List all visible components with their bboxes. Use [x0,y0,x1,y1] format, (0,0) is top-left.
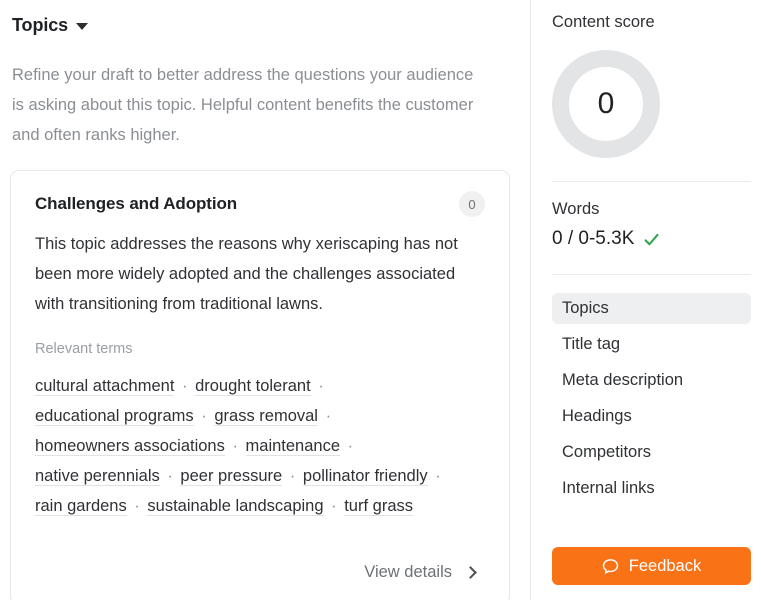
topic-card-count-badge: 0 [459,191,485,217]
page-title: Topics [12,14,69,35]
nav-item-label: Topics [562,299,609,317]
feedback-label: Feedback [628,556,702,575]
term-separator: · [162,467,178,485]
nav-item-title-tag[interactable]: Title tag [552,329,751,360]
speech-bubble-icon [602,558,618,574]
chevron-right-icon [464,565,477,579]
relevant-term[interactable]: drought tolerant [195,377,311,396]
topic-card-title: Challenges and Adoption [35,194,238,213]
content-score-gauge: 0 [552,50,660,158]
nav-item-internal-links[interactable]: Internal links [552,473,751,504]
app-root: Topics Refine your draft to better addre… [0,0,761,600]
term-separator: · [343,437,354,455]
nav-item-label: Competitors [562,443,651,461]
nav-item-label: Title tag [562,335,621,353]
relevant-term[interactable]: rain gardens [35,497,127,516]
relevant-term[interactable]: pollinator friendly [302,467,428,486]
nav-item-competitors[interactable]: Competitors [552,437,751,468]
relevant-term[interactable]: sustainable landscaping [147,497,324,516]
check-icon [644,233,659,245]
topic-card: Challenges and Adoption 0 This topic add… [10,170,510,600]
relevant-term[interactable]: native perennials [35,467,160,486]
intro-description: Refine your draft to better address the … [12,66,474,144]
term-separator: · [227,437,243,455]
divider-below-words [552,274,751,275]
relevant-term[interactable]: educational programs [35,407,194,426]
nav-item-label: Internal links [562,479,655,497]
nav-item-headings[interactable]: Headings [552,401,751,432]
content-score-value: 0 [597,87,615,120]
view-details-button[interactable]: View details [364,563,477,582]
relevant-term[interactable]: turf grass [344,497,413,516]
content-score-panel: Content score 0 Words 0 / 0-5.3K Topics T… [530,0,761,600]
topic-card-header: Challenges and Adoption 0 [35,191,485,217]
content-score-label: Content score [552,13,655,31]
term-separator: · [285,467,300,485]
nav-item-label: Meta description [562,371,684,389]
term-separator: · [196,407,212,425]
term-separator: · [326,497,342,515]
chevron-down-icon[interactable] [76,23,89,30]
content-score-gauge-wrap: 0 [552,50,751,158]
nav-item-meta-description[interactable]: Meta description [552,365,751,396]
topics-panel: Topics Refine your draft to better addre… [0,0,530,600]
topic-card-description: This topic addresses the reasons why xer… [35,235,458,313]
relevant-term[interactable]: homeowners associations [35,437,225,456]
relevant-terms-label: Relevant terms [35,341,133,357]
words-count-value: 0 / 0-5.3K [552,228,635,249]
topics-dropdown-header[interactable]: Topics [10,10,89,40]
feedback-button[interactable]: Feedback [552,547,751,585]
divider-above-words [552,181,751,182]
nav-item-label: Headings [562,407,632,425]
words-label: Words [552,200,600,218]
section-nav-list: Topics Title tag Meta description Headings C… [552,293,751,509]
term-separator: · [430,467,441,485]
view-details-label: View details [364,563,452,581]
words-value-row: 0 / 0-5.3K [552,228,751,250]
relevant-term[interactable]: grass removal [214,407,318,426]
relevant-term[interactable]: peer pressure [180,467,283,486]
relevant-term[interactable]: maintenance [245,437,341,456]
relevant-terms-list: cultural attachment · drought tolerant ·… [35,371,485,521]
topic-card-footer: View details [35,563,485,586]
term-separator: · [177,377,193,395]
term-separator: · [313,377,324,395]
term-separator: · [320,407,332,425]
term-separator: · [129,497,145,515]
relevant-term[interactable]: cultural attachment [35,377,175,396]
nav-item-topics[interactable]: Topics [552,293,751,324]
